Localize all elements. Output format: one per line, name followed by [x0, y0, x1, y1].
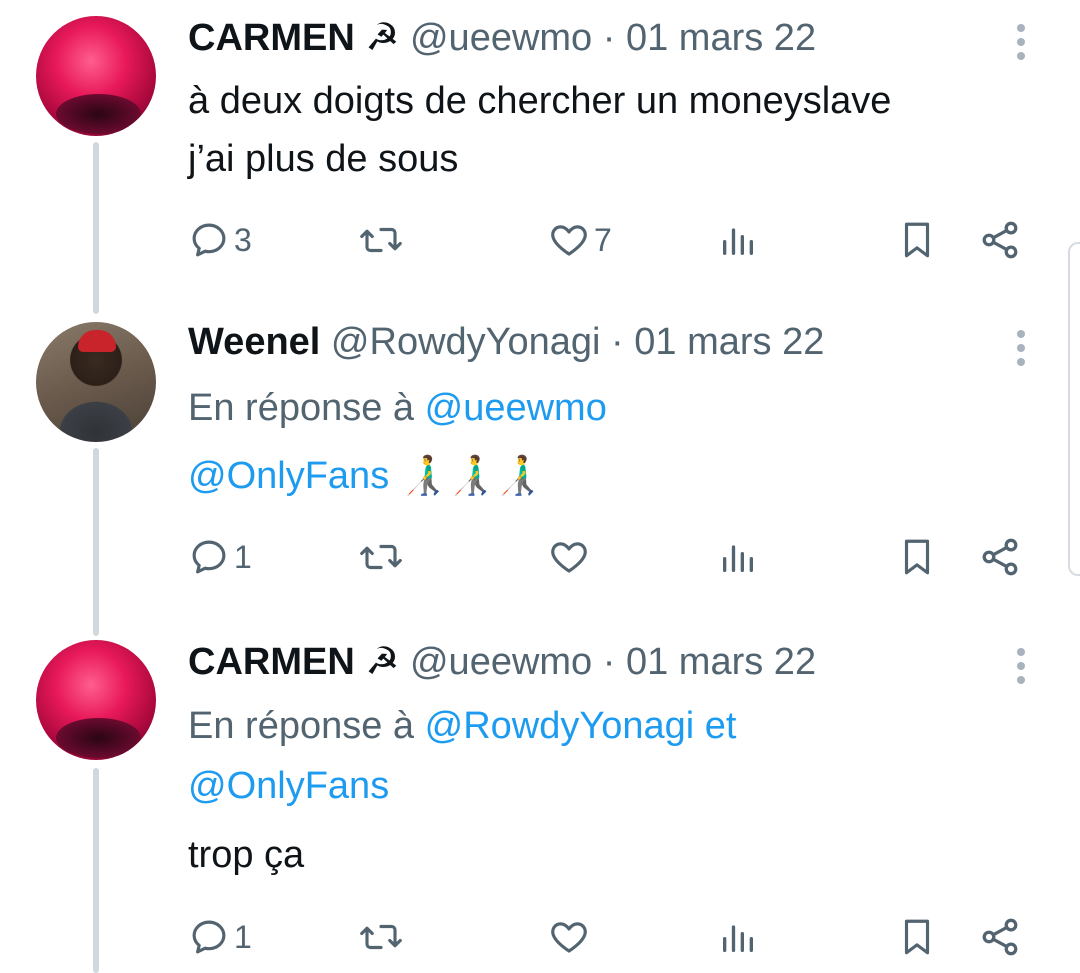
bookmark-button[interactable]	[896, 912, 938, 962]
display-name[interactable]: CARMEN	[188, 17, 355, 59]
like-button[interactable]	[548, 532, 594, 582]
retweet-icon	[360, 227, 402, 253]
views-icon	[723, 545, 753, 572]
retweet-icon	[360, 544, 402, 570]
timestamp[interactable]: 01 mars 22	[634, 321, 824, 363]
tweet-text-line: à deux doigts de chercher un moneyslave	[188, 80, 892, 122]
views-icon	[723, 228, 753, 255]
avatar[interactable]	[36, 640, 156, 760]
tweet-header: CARMEN ☭ @ueewmo · 01 mars 22	[188, 16, 816, 60]
avatar[interactable]	[36, 16, 156, 136]
reply-button[interactable]: 1	[188, 532, 252, 582]
reply-context-continued: @OnlyFans	[188, 756, 389, 816]
share-button[interactable]	[978, 532, 1022, 582]
display-name[interactable]: Weenel	[188, 321, 320, 363]
tweet-text: @OnlyFans 👨‍🦯👨‍🦯👨‍🦯	[188, 446, 542, 506]
scrollbar[interactable]	[1068, 242, 1080, 576]
bookmark-icon	[904, 539, 930, 575]
action-bar: 1	[0, 912, 1080, 962]
bookmark-icon	[904, 222, 930, 258]
tweet-text-line: j’ai plus de sous	[188, 138, 459, 180]
reply-mention[interactable]: @OnlyFans	[188, 765, 389, 807]
reply-button[interactable]: 3	[188, 215, 252, 265]
like-icon	[551, 922, 587, 953]
tweet-header: CARMEN ☭ @ueewmo · 01 mars 22	[188, 640, 816, 684]
timestamp[interactable]: 01 mars 22	[626, 17, 816, 59]
tweet[interactable]: CARMEN ☭ @ueewmo · 01 mars 22 En réponse…	[0, 620, 1080, 973]
action-bar: 3 7	[0, 215, 1080, 265]
separator: ·	[611, 321, 624, 363]
views-button[interactable]	[718, 532, 758, 582]
retweet-icon	[360, 924, 402, 950]
handle[interactable]: @ueewmo	[410, 17, 592, 59]
tweet-text: trop ça	[188, 834, 305, 876]
reply-count: 3	[234, 221, 252, 258]
like-icon	[551, 225, 587, 256]
share-icon	[982, 918, 1018, 956]
tweet-header: Weenel @RowdyYonagi · 01 mars 22	[188, 320, 824, 364]
separator: ·	[602, 17, 616, 59]
retweet-button[interactable]	[358, 532, 404, 582]
handle[interactable]: @ueewmo	[410, 641, 592, 683]
reply-count: 1	[234, 538, 252, 575]
like-count: 7	[594, 221, 612, 258]
separator: ·	[602, 641, 616, 683]
bookmark-icon	[904, 919, 930, 955]
views-icon	[723, 925, 753, 952]
reply-prefix: En réponse à	[188, 387, 415, 429]
tweet[interactable]: Weenel @RowdyYonagi · 01 mars 22 En répo…	[0, 300, 1080, 620]
retweet-button[interactable]	[358, 912, 404, 962]
reply-context: En réponse à @ueewmo	[188, 378, 607, 438]
share-button[interactable]	[978, 912, 1022, 962]
reply-icon	[192, 540, 226, 574]
reply-mention[interactable]: @ueewmo	[425, 387, 607, 429]
like-icon	[551, 542, 587, 573]
more-icon[interactable]	[1012, 24, 1030, 60]
share-button[interactable]	[978, 215, 1022, 265]
tweet-text: à deux doigts de chercher un moneyslave …	[188, 72, 891, 188]
reply-icon	[192, 920, 226, 954]
timestamp[interactable]: 01 mars 22	[626, 641, 816, 683]
reply-prefix: En réponse à	[188, 705, 415, 747]
like-button[interactable]: 7	[548, 215, 612, 265]
reply-icon	[192, 223, 226, 257]
display-name[interactable]: CARMEN	[188, 641, 355, 683]
more-icon[interactable]	[1012, 330, 1030, 366]
flag-emoji: ☭	[365, 17, 400, 59]
tweet[interactable]: CARMEN ☭ @ueewmo · 01 mars 22 à deux doi…	[0, 0, 1080, 300]
bookmark-button[interactable]	[896, 532, 938, 582]
handle[interactable]: @RowdyYonagi	[331, 321, 601, 363]
share-icon	[982, 221, 1018, 259]
flag-emoji: ☭	[365, 641, 400, 683]
mention-link[interactable]: @OnlyFans	[188, 455, 389, 497]
bookmark-button[interactable]	[896, 215, 938, 265]
avatar[interactable]	[36, 322, 156, 442]
more-icon[interactable]	[1012, 648, 1030, 684]
reply-count: 1	[234, 918, 252, 955]
views-button[interactable]	[718, 215, 758, 265]
reply-button[interactable]: 1	[188, 912, 252, 962]
reply-mention[interactable]: @RowdyYonagi et	[425, 705, 737, 747]
retweet-button[interactable]	[358, 215, 404, 265]
reply-context: En réponse à @RowdyYonagi et	[188, 696, 736, 756]
emoji-text: 👨‍🦯👨‍🦯👨‍🦯	[399, 455, 542, 497]
like-button[interactable]	[548, 912, 594, 962]
action-bar: 1	[0, 532, 1080, 582]
share-icon	[982, 538, 1018, 576]
views-button[interactable]	[718, 912, 758, 962]
